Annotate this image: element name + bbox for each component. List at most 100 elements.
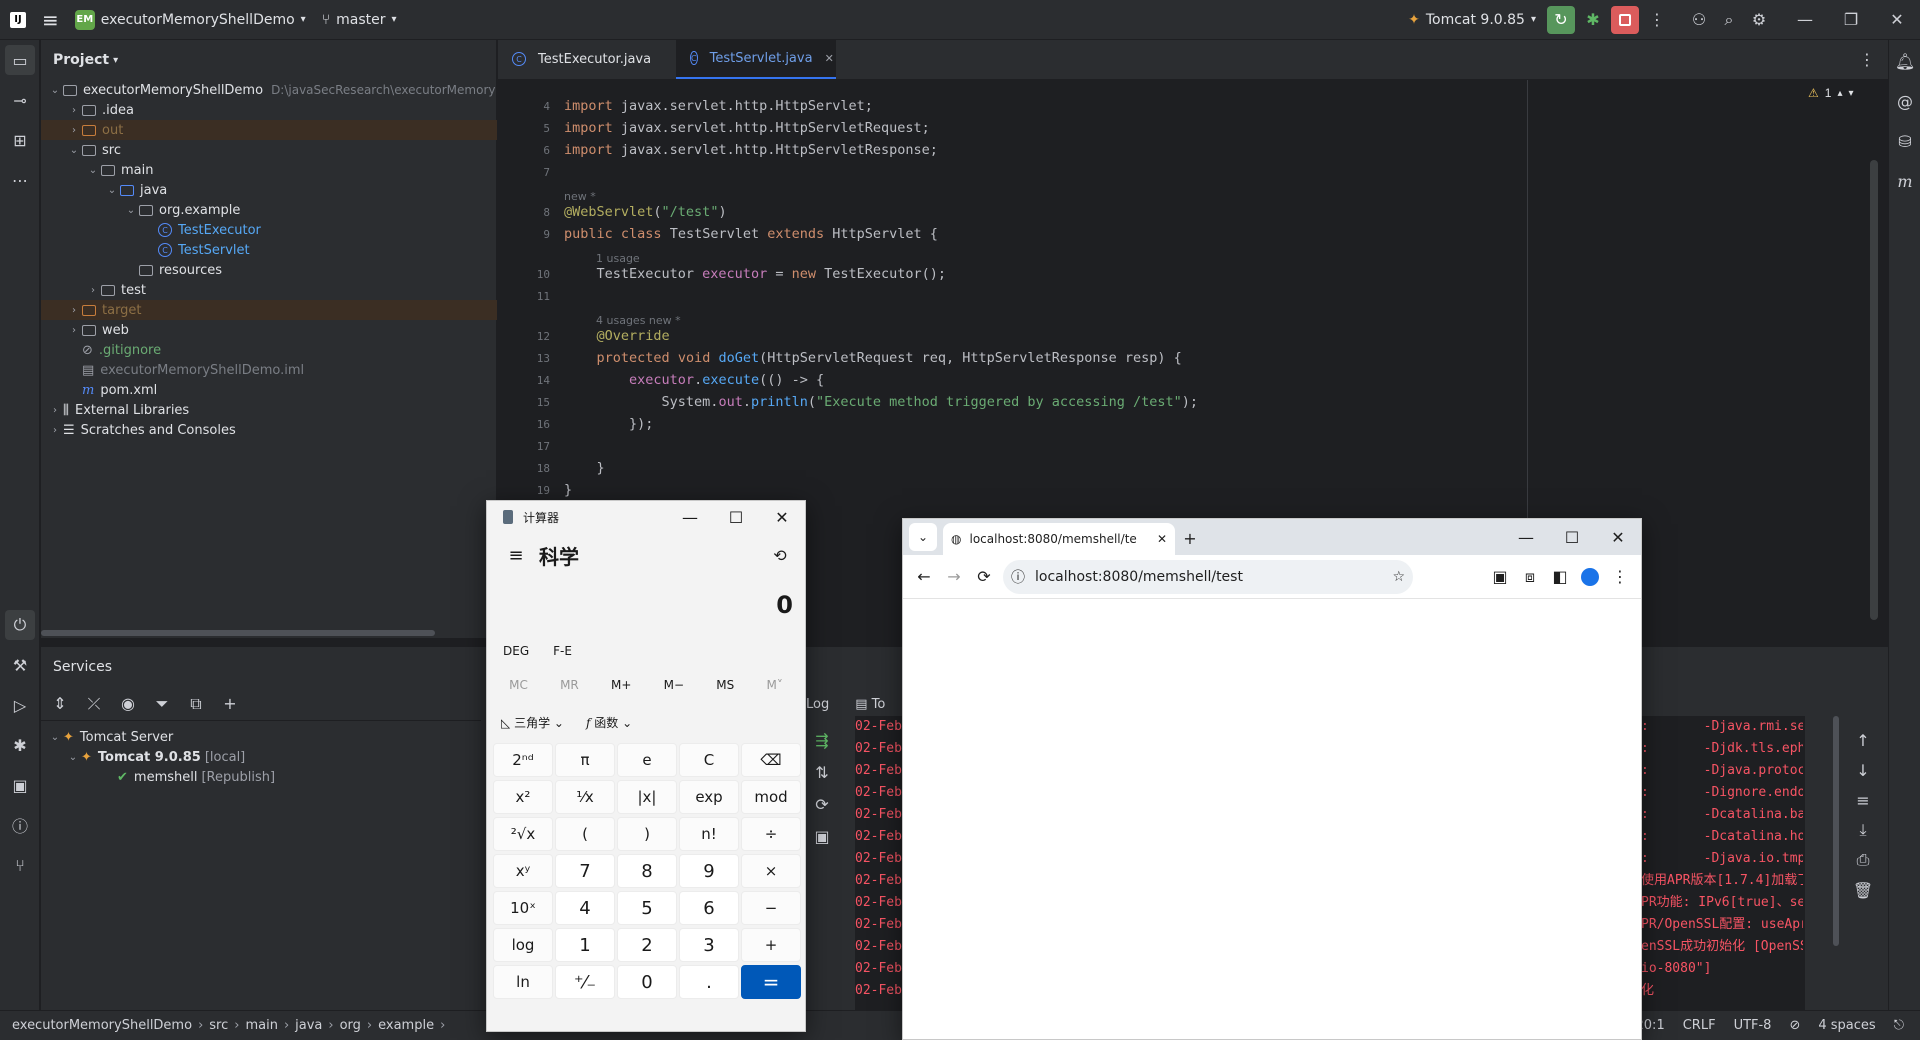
console-scrollbar[interactable]	[1833, 716, 1839, 946]
chevron-right-icon[interactable]: ›	[85, 285, 101, 296]
rerun-button[interactable]: ↻	[1547, 5, 1575, 34]
collapse-all-button[interactable]: ⤫	[79, 689, 109, 719]
mod-button[interactable]: mod	[741, 780, 801, 814]
function-dropdown[interactable]: f 函数 ⌄	[586, 714, 632, 731]
deg-button[interactable]: DEG	[503, 644, 529, 658]
chevron-down-icon[interactable]: ⌄	[66, 145, 82, 156]
branch-selector[interactable]: ⑂ master ▾	[314, 0, 405, 40]
browser-menu-button[interactable]: ⋮	[1605, 562, 1635, 592]
soft-wrap-button[interactable]: ≡	[1848, 785, 1878, 815]
chevron-down-icon[interactable]: ⌄	[65, 752, 81, 763]
search-everywhere-button[interactable]: ⌕	[1714, 5, 1744, 35]
calc-minimize-button[interactable]: —	[667, 502, 713, 532]
tab-tomcat[interactable]: ▤ To	[855, 697, 885, 712]
project-selector[interactable]: EM executorMemoryShellDemo ▾	[67, 0, 314, 40]
extensions-menu-button[interactable]: ⧈	[1515, 562, 1545, 592]
print-button[interactable]: ⎙	[1848, 845, 1878, 875]
chevron-right-icon[interactable]: ›	[47, 405, 63, 416]
trig-dropdown[interactable]: ◺ 三角学 ⌄	[501, 714, 564, 731]
services-tool-button[interactable]: ⏻	[5, 610, 35, 640]
digit-5-button[interactable]: 5	[617, 891, 677, 925]
backspace-button[interactable]: ⌫	[741, 743, 801, 777]
update-button[interactable]: ⇅	[807, 757, 837, 787]
scroll-to-end-button[interactable]: ⤓	[1848, 815, 1878, 845]
browser-close-button[interactable]: ✕	[1595, 519, 1641, 555]
problems-tool-button[interactable]: ⓘ	[5, 810, 35, 840]
tree-item[interactable]: ⌄ main	[41, 160, 497, 180]
tab-testexecutor[interactable]: C TestExecutor.java	[498, 39, 676, 79]
site-info-icon[interactable]: ⓘ	[1011, 567, 1025, 587]
scroll-up-button[interactable]: ↑	[1848, 725, 1878, 755]
ln-button[interactable]: ln	[493, 965, 553, 999]
scroll-down-button[interactable]: ↓	[1848, 755, 1878, 785]
decimal-button[interactable]: .	[679, 965, 739, 999]
factorial-button[interactable]: n!	[679, 817, 739, 851]
git-tool-button[interactable]: ⑂	[5, 850, 35, 880]
close-tab-icon[interactable]: ✕	[825, 52, 834, 65]
sqrt-button[interactable]: ²√x	[493, 817, 553, 851]
tree-item[interactable]: ⊘ .gitignore	[41, 340, 497, 360]
tab-log[interactable]: Log	[806, 697, 829, 712]
breadcrumb-item[interactable]: executorMemoryShellDemo	[12, 1018, 192, 1033]
expand-all-button[interactable]: ⇕	[45, 689, 75, 719]
equals-button[interactable]: =	[741, 965, 801, 999]
debug-tool-button[interactable]: ✱	[5, 730, 35, 760]
tree-item[interactable]: ⌄ src	[41, 140, 497, 160]
negate-button[interactable]: ⁺⁄₋	[555, 965, 615, 999]
address-bar[interactable]: ⓘ localhost:8080/memshell/test ☆	[1003, 559, 1413, 594]
chevron-right-icon[interactable]: ›	[47, 425, 63, 436]
digit-6-button[interactable]: 6	[679, 891, 739, 925]
view-options-button[interactable]: ◉	[113, 689, 143, 719]
plus-button[interactable]: +	[741, 928, 801, 962]
debug-button[interactable]: ✱	[1578, 5, 1608, 35]
indent-setting[interactable]: 4 spaces	[1818, 1018, 1875, 1033]
tab-search-button[interactable]: ⌄	[909, 523, 937, 551]
chevron-down-icon[interactable]: ⌄	[104, 185, 120, 196]
tree-item[interactable]: › web	[41, 320, 497, 340]
minimize-button[interactable]: —	[1782, 5, 1828, 35]
browser-maximize-button[interactable]: ☐	[1549, 519, 1595, 555]
code-with-me-button[interactable]: ⚇	[1684, 5, 1714, 35]
memory-button[interactable]: MC	[509, 678, 528, 692]
tree-item[interactable]: › ☰ Scratches and Consoles	[41, 420, 497, 440]
refresh-button[interactable]: ⟳	[807, 789, 837, 819]
extension-button[interactable]: ▣	[1485, 562, 1515, 592]
file-encoding[interactable]: UTF-8	[1734, 1018, 1772, 1033]
close-paren-button[interactable]: )	[617, 817, 677, 851]
digit-1-button[interactable]: 1	[555, 928, 615, 962]
digit-2-button[interactable]: 2	[617, 928, 677, 962]
bookmark-star-icon[interactable]: ☆	[1392, 569, 1405, 585]
digit-9-button[interactable]: 9	[679, 854, 739, 888]
stop-button[interactable]	[1611, 5, 1639, 34]
new-tab-button[interactable]: ⧉	[181, 689, 211, 719]
more-tools-button[interactable]: ⋯	[5, 165, 35, 195]
calc-close-button[interactable]: ✕	[759, 502, 805, 532]
chevron-down-icon[interactable]: ⌄	[47, 85, 63, 96]
memory-button[interactable]: M+	[611, 678, 631, 692]
readonly-toggle-icon[interactable]: ⊘	[1789, 1018, 1800, 1033]
minus-button[interactable]: −	[741, 891, 801, 925]
calc-maximize-button[interactable]: ☐	[713, 502, 759, 532]
ten-power-button[interactable]: 10ˣ	[493, 891, 553, 925]
e-button[interactable]: e	[617, 743, 677, 777]
second-button[interactable]: 2ⁿᵈ	[493, 743, 553, 777]
square-button[interactable]: x²	[493, 780, 553, 814]
deploy-button[interactable]: ▣	[807, 821, 837, 851]
browser-minimize-button[interactable]: —	[1503, 519, 1549, 555]
tab-options-button[interactable]: ⋮	[1852, 44, 1882, 74]
tree-item[interactable]: › ⫼ External Libraries	[41, 400, 497, 420]
build-tool-button[interactable]: ⚒	[5, 650, 35, 680]
side-panel-button[interactable]: ◧	[1545, 562, 1575, 592]
tree-item[interactable]: › out	[41, 120, 497, 140]
chevron-right-icon[interactable]: ›	[66, 125, 82, 136]
digit-4-button[interactable]: 4	[555, 891, 615, 925]
tab-testservlet[interactable]: C TestServlet.java ✕	[676, 39, 836, 79]
horizontal-scrollbar[interactable]	[41, 630, 435, 636]
chevron-down-icon[interactable]: ⌄	[123, 205, 139, 216]
more-actions-button[interactable]: ⋮	[1642, 5, 1672, 35]
clear-button[interactable]: 🗑︎	[1848, 875, 1878, 905]
divide-button[interactable]: ÷	[741, 817, 801, 851]
chevron-right-icon[interactable]: ›	[66, 325, 82, 336]
close-button[interactable]: ✕	[1874, 5, 1920, 35]
vertical-scrollbar[interactable]	[1870, 160, 1878, 620]
